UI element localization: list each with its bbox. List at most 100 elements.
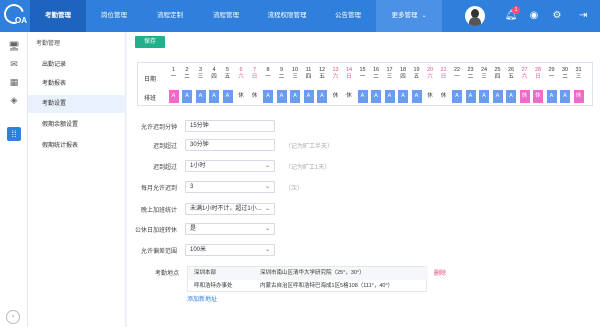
shift-cell[interactable]: A xyxy=(168,90,179,103)
calendar-day: 10 三 xyxy=(290,67,301,81)
select-field[interactable]: 100米 ⌄ xyxy=(185,244,275,256)
shift-cell[interactable]: A xyxy=(452,90,462,103)
avatar[interactable] xyxy=(465,6,485,26)
sidebar-item-attendance-report[interactable]: 考勤报表 xyxy=(28,75,126,93)
day-number: 14 xyxy=(345,67,353,73)
location-address: 内蒙古自治区呼和浩特巴海成1区5格108（111°，40°） xyxy=(260,283,394,289)
form-row: 晚上加班统计 未满1小时不计，超过1小... ⌄ xyxy=(127,203,600,217)
shift-cell[interactable]: 休 xyxy=(519,90,530,103)
day-number: 5 xyxy=(225,67,230,73)
field-label: 迟到超过 xyxy=(152,165,177,171)
shift-cell[interactable]: A xyxy=(222,90,233,103)
day-weekday: 四 xyxy=(305,74,312,80)
save-button[interactable]: 保存 xyxy=(135,36,165,48)
mail-icon[interactable]: ✉ xyxy=(7,58,21,70)
settings-circle-icon[interactable]: ◉ xyxy=(527,9,541,23)
nav-process-custom[interactable]: 流程定制 xyxy=(142,0,198,32)
shift-cell[interactable]: 休 xyxy=(249,90,260,103)
shift-cell[interactable]: A xyxy=(303,90,314,103)
calendar-icon[interactable]: ▦ xyxy=(7,76,21,88)
shift-cell[interactable]: A xyxy=(195,90,206,103)
nav-process[interactable]: 流程管理 xyxy=(198,0,254,32)
day-weekday: 一 xyxy=(170,74,177,80)
shift-cell[interactable]: A xyxy=(371,90,381,103)
day-weekday: 一 xyxy=(265,74,271,80)
field-value: 3 xyxy=(190,184,194,190)
sidebar-title: 考勤管理 xyxy=(36,41,61,47)
shift-cell[interactable]: 休 xyxy=(236,90,246,103)
day-number: 11 xyxy=(305,67,312,73)
calendar-day: 2二 xyxy=(182,67,193,81)
calendar-day: 18 四 xyxy=(398,67,409,81)
sidebar-item-attendance-settings[interactable]: 考勤设置 xyxy=(28,95,126,113)
select-field[interactable]: 未满1小时不计，超过1小... ⌄ xyxy=(185,203,275,215)
shift-cell[interactable]: A xyxy=(276,90,287,103)
shift-cell[interactable]: 休 xyxy=(533,90,543,103)
table-row[interactable]: 深圳本部 深圳市南山区清华大学研究院（25°，30°） xyxy=(188,267,428,280)
calendar-day: 27 六 xyxy=(519,67,530,81)
table-row[interactable]: 呼和浩特办事处 内蒙古自治区呼和浩特巴海成1区5格108（111°，40°） xyxy=(188,280,428,293)
shift-cell[interactable]: A xyxy=(465,90,476,103)
select-field[interactable]: 1小时 ⌄ xyxy=(185,160,275,172)
calendar-day: 5五 xyxy=(222,67,233,81)
shift-cell[interactable]: A xyxy=(182,90,192,103)
text-field[interactable]: 15分钟 xyxy=(185,120,275,132)
chevron-down-icon: ⌄ xyxy=(264,163,270,169)
shift-cell[interactable]: 休 xyxy=(344,90,354,103)
day-weekday: 六 xyxy=(521,74,528,80)
shift-cell[interactable]: A xyxy=(492,90,503,103)
shift-cell[interactable]: A xyxy=(479,90,489,103)
gear-icon[interactable]: ⚙ xyxy=(550,9,564,23)
shift-cell[interactable]: A xyxy=(357,90,368,103)
shift-cell[interactable]: 休 xyxy=(573,90,584,103)
shift-cell[interactable]: A xyxy=(560,90,570,103)
bell-icon[interactable]: 🔔︎ 1 xyxy=(504,6,520,23)
calendar-day: 13 六 xyxy=(330,67,341,81)
day-weekday: 三 xyxy=(481,74,487,80)
expand-arrow-icon[interactable]: › xyxy=(6,310,20,324)
shift-cell[interactable]: A xyxy=(398,90,408,103)
shift-cell[interactable]: A xyxy=(209,90,219,103)
day-number: 26 xyxy=(507,67,515,73)
calendar-day: 3三 xyxy=(195,67,206,81)
day-weekday: 二 xyxy=(278,74,285,80)
day-number: 8 xyxy=(266,67,270,73)
day-number: 18 xyxy=(399,67,407,73)
sidebar-item-leave-report[interactable]: 假期统计报表 xyxy=(28,137,126,155)
sidebar-item-attendance-records[interactable]: 出勤记录 xyxy=(28,56,126,74)
nav-positions[interactable]: 岗位管理 xyxy=(86,0,142,32)
logout-icon[interactable]: ⇥ xyxy=(579,9,593,23)
nav-more[interactable]: 更多管理 ⌄ xyxy=(376,0,442,32)
select-field[interactable]: 3 ⌄ xyxy=(185,181,275,193)
shift-cell[interactable]: A xyxy=(411,90,422,103)
day-number: 22 xyxy=(453,67,461,73)
nav-attendance[interactable]: 考勤管理 xyxy=(30,0,86,32)
shift-cell[interactable]: 休 xyxy=(425,90,435,103)
layers-icon[interactable]: ◈ xyxy=(7,94,21,106)
sidebar-item-leave-balance[interactable]: 假期余额设置 xyxy=(28,116,126,134)
select-field[interactable]: 是 ⌄ xyxy=(185,223,275,235)
nav-announcements[interactable]: 公告管理 xyxy=(320,0,376,32)
add-address-link[interactable]: 添加新地址 xyxy=(187,294,217,303)
shift-cell[interactable]: A xyxy=(263,90,273,103)
apps-grid-icon[interactable]: ⁞⁞ xyxy=(7,127,21,141)
day-weekday: 三 xyxy=(575,74,582,80)
form-row: 公休日加班转休是 ⌄ xyxy=(127,223,600,237)
monitor-icon[interactable]: 🖥︎ xyxy=(7,40,21,52)
shift-cell[interactable]: A xyxy=(317,90,327,103)
day-weekday: 日 xyxy=(440,74,447,80)
delete-location-link[interactable]: 删除 xyxy=(434,268,446,277)
nav-process-permissions[interactable]: 流程权限管理 xyxy=(254,0,320,32)
shift-cell[interactable]: 休 xyxy=(438,90,449,103)
shift-cell[interactable]: A xyxy=(384,90,395,103)
shift-cell[interactable]: A xyxy=(290,90,300,103)
shift-cell[interactable]: A xyxy=(546,90,557,103)
text-field[interactable]: 30分钟 xyxy=(185,139,275,151)
day-number: 7 xyxy=(252,67,257,73)
day-weekday: 二 xyxy=(562,74,568,80)
shift-cell[interactable]: A xyxy=(506,90,516,103)
shift-cell[interactable]: 休 xyxy=(330,90,341,103)
day-weekday: 三 xyxy=(386,74,393,80)
location-name: 呼和浩特办事处 xyxy=(194,283,233,289)
nav-more-label: 更多管理 xyxy=(391,12,418,19)
